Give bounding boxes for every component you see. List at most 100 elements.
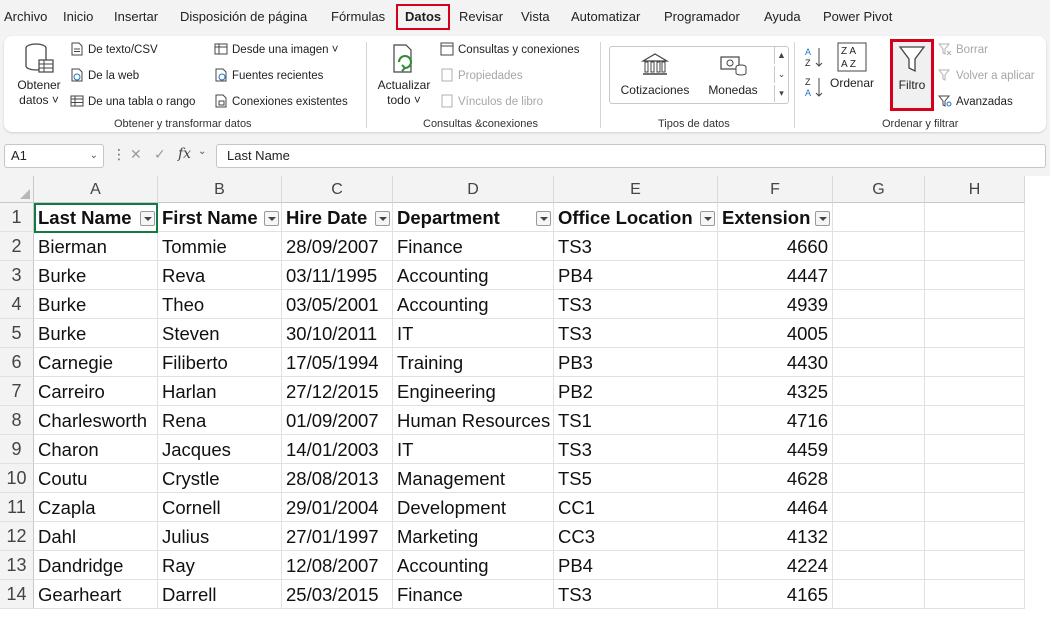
empty-cell[interactable] <box>833 232 925 261</box>
column-header-e[interactable]: E <box>554 176 718 203</box>
tab-ayuda[interactable]: Ayuda <box>764 4 801 30</box>
row-header[interactable]: 9 <box>0 435 34 464</box>
table-cell[interactable]: Harlan <box>158 377 282 406</box>
table-cell[interactable]: Burke <box>34 319 158 348</box>
select-all-corner[interactable] <box>0 176 34 203</box>
currencies-button[interactable]: Monedas <box>700 53 766 97</box>
insert-function-icon[interactable]: fx <box>178 146 191 162</box>
table-cell[interactable]: Jacques <box>158 435 282 464</box>
table-cell[interactable]: PB3 <box>554 348 718 377</box>
table-cell[interactable]: 25/03/2015 <box>282 580 393 609</box>
column-header-f[interactable]: F <box>718 176 833 203</box>
confirm-icon[interactable]: ✓ <box>154 146 166 163</box>
table-cell[interactable]: Rena <box>158 406 282 435</box>
column-header-d[interactable]: D <box>393 176 554 203</box>
table-cell[interactable]: Dandridge <box>34 551 158 580</box>
table-cell[interactable]: TS3 <box>554 580 718 609</box>
empty-cell[interactable] <box>925 406 1025 435</box>
empty-cell[interactable] <box>833 261 925 290</box>
row-header[interactable]: 2 <box>0 232 34 261</box>
table-cell[interactable]: Crystle <box>158 464 282 493</box>
table-cell[interactable]: Tommie <box>158 232 282 261</box>
table-cell[interactable]: 27/12/2015 <box>282 377 393 406</box>
name-box[interactable]: A1 ⌄ <box>4 144 104 168</box>
obtener-datos-button[interactable]: Obtener datos ˅ <box>14 42 64 108</box>
row-header[interactable]: 1 <box>0 203 34 232</box>
tab-power-pivot[interactable]: Power Pivot <box>823 4 892 30</box>
table-cell[interactable]: IT <box>393 435 554 464</box>
table-cell[interactable]: TS5 <box>554 464 718 493</box>
table-cell[interactable]: 28/09/2007 <box>282 232 393 261</box>
cancel-icon[interactable]: ✕ <box>130 146 142 163</box>
table-cell[interactable]: PB2 <box>554 377 718 406</box>
refresh-all-button[interactable]: Actualizar todo ˅ <box>374 42 434 108</box>
table-cell[interactable]: TS3 <box>554 319 718 348</box>
empty-cell[interactable] <box>925 232 1025 261</box>
table-cell[interactable]: 4459 <box>718 435 833 464</box>
empty-cell[interactable] <box>833 580 925 609</box>
table-cell[interactable]: PB4 <box>554 261 718 290</box>
row-header[interactable]: 3 <box>0 261 34 290</box>
tab-insertar[interactable]: Insertar <box>114 4 158 30</box>
filter-dropdown-icon[interactable] <box>375 211 390 226</box>
row-header[interactable]: 14 <box>0 580 34 609</box>
tab-formulas[interactable]: Fórmulas <box>331 4 385 30</box>
table-cell[interactable]: Steven <box>158 319 282 348</box>
table-cell[interactable]: IT <box>393 319 554 348</box>
tab-archivo[interactable]: Archivo <box>4 4 47 30</box>
clear-filter-button[interactable]: Borrar <box>938 41 988 59</box>
row-header[interactable]: 13 <box>0 551 34 580</box>
table-cell[interactable]: Training <box>393 348 554 377</box>
chevron-down-icon[interactable]: ⌄ <box>198 146 206 157</box>
empty-cell[interactable] <box>833 493 925 522</box>
empty-cell[interactable] <box>925 319 1025 348</box>
table-cell[interactable]: Darrell <box>158 580 282 609</box>
table-cell[interactable]: Bierman <box>34 232 158 261</box>
table-cell[interactable]: TS1 <box>554 406 718 435</box>
empty-cell[interactable] <box>925 551 1025 580</box>
empty-cell[interactable] <box>925 580 1025 609</box>
table-cell[interactable]: Carnegie <box>34 348 158 377</box>
empty-cell[interactable] <box>833 319 925 348</box>
table-cell[interactable]: Cornell <box>158 493 282 522</box>
table-cell[interactable]: 4325 <box>718 377 833 406</box>
empty-cell[interactable] <box>833 406 925 435</box>
empty-cell[interactable] <box>925 203 1025 232</box>
empty-cell[interactable] <box>925 348 1025 377</box>
tab-inicio[interactable]: Inicio <box>63 4 93 30</box>
more-options-icon[interactable]: ⋮ <box>112 146 126 163</box>
from-table-button[interactable]: De una tabla o rango <box>70 93 195 111</box>
table-cell[interactable]: Julius <box>158 522 282 551</box>
table-cell[interactable]: Dahl <box>34 522 158 551</box>
table-cell[interactable]: Burke <box>34 261 158 290</box>
recent-sources-button[interactable]: Fuentes recientes <box>214 67 323 85</box>
table-cell[interactable]: Accounting <box>393 551 554 580</box>
table-cell[interactable]: Engineering <box>393 377 554 406</box>
table-cell[interactable]: TS3 <box>554 232 718 261</box>
from-text-csv-button[interactable]: De texto/CSV <box>70 41 158 59</box>
filter-dropdown-icon[interactable] <box>536 211 551 226</box>
filter-dropdown-icon[interactable] <box>700 211 715 226</box>
gallery-up-button[interactable]: ▲ <box>774 47 788 64</box>
table-cell[interactable]: Reva <box>158 261 282 290</box>
tab-revisar[interactable]: Revisar <box>459 4 503 30</box>
table-cell[interactable]: 4430 <box>718 348 833 377</box>
table-cell[interactable]: Coutu <box>34 464 158 493</box>
row-header[interactable]: 11 <box>0 493 34 522</box>
table-cell[interactable]: 4660 <box>718 232 833 261</box>
table-cell[interactable]: 4165 <box>718 580 833 609</box>
table-header-cell[interactable]: Department <box>393 203 554 232</box>
table-cell[interactable]: Charlesworth <box>34 406 158 435</box>
column-header-b[interactable]: B <box>158 176 282 203</box>
table-cell[interactable]: Accounting <box>393 261 554 290</box>
column-header-h[interactable]: H <box>925 176 1025 203</box>
table-cell[interactable]: Carreiro <box>34 377 158 406</box>
table-cell[interactable]: TS3 <box>554 290 718 319</box>
sort-button[interactable]: Z A A Z Ordenar <box>830 42 874 91</box>
column-header-g[interactable]: G <box>833 176 925 203</box>
empty-cell[interactable] <box>925 290 1025 319</box>
table-cell[interactable]: 27/01/1997 <box>282 522 393 551</box>
table-cell[interactable]: Burke <box>34 290 158 319</box>
table-cell[interactable]: 4132 <box>718 522 833 551</box>
table-cell[interactable]: 01/09/2007 <box>282 406 393 435</box>
